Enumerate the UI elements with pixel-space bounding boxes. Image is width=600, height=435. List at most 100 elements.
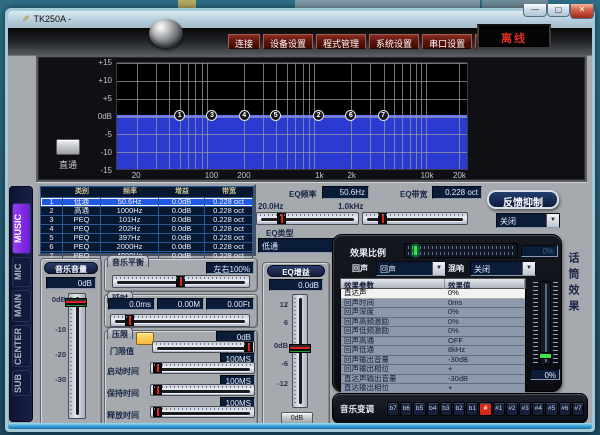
- menu-button-程式管理[interactable]: 程式管理: [316, 34, 366, 49]
- music-balance-slider-handle[interactable]: [176, 276, 185, 287]
- compressor-threshold-slider[interactable]: [152, 341, 255, 353]
- tab-mic[interactable]: MIC: [12, 257, 31, 287]
- reverb-dropdown[interactable]: 关闭▼: [470, 261, 536, 276]
- window-title: TK250A -: [34, 14, 72, 24]
- music-volume-slider-handle[interactable]: [65, 298, 87, 307]
- compressor-attack-handle[interactable]: [153, 363, 162, 373]
- pitch-button-#7[interactable]: #7: [572, 402, 584, 416]
- filter-row-3[interactable]: 3PEQ101Hz0.0dB0.228 oct: [41, 215, 253, 224]
- menu-button-连接[interactable]: 连接: [228, 34, 260, 49]
- pitch-button-#6[interactable]: #6: [559, 402, 571, 416]
- effect-row[interactable]: 回声低频激励0%: [341, 327, 525, 337]
- pitch-button-#1[interactable]: #1: [493, 402, 505, 416]
- filter-cell: 1: [41, 198, 63, 206]
- tab-center[interactable]: CENTER: [12, 325, 31, 367]
- effect-param-value: 8kHz: [445, 346, 525, 355]
- effect-ratio-handle[interactable]: [413, 245, 418, 256]
- eq-gain-slider-handle[interactable]: [289, 344, 311, 353]
- effect-param-name: 直达声输出音量: [341, 375, 445, 384]
- compressor-attack-slider[interactable]: [150, 362, 255, 374]
- grid-line-vertical: [303, 63, 304, 169]
- close-button[interactable]: ✕: [570, 4, 594, 19]
- eq-gain-display: 0.0dB: [269, 279, 323, 291]
- chevron-down-icon[interactable]: ▼: [546, 214, 559, 227]
- compressor-release-slider[interactable]: [150, 406, 255, 418]
- compressor-hold-slider[interactable]: [150, 384, 255, 396]
- pitch-button-b4[interactable]: b4: [427, 402, 439, 416]
- pitch-button-#5[interactable]: #5: [545, 402, 557, 416]
- eq-point-marker-4[interactable]: 4: [239, 110, 250, 121]
- eq-bw-slider[interactable]: [362, 212, 468, 225]
- minimize-button[interactable]: —: [523, 4, 547, 17]
- music-balance-display: 左右100%: [206, 262, 254, 274]
- filter-row-6[interactable]: 6PEQ2000Hz0.0dB0.228 oct: [41, 242, 253, 251]
- effect-row[interactable]: 回声时间0ms: [341, 299, 525, 309]
- menu-button-系统设置[interactable]: 系统设置: [369, 34, 419, 49]
- pitch-button-b3[interactable]: b3: [440, 402, 452, 416]
- effect-level-ticks: [553, 282, 558, 364]
- pitch-button-#4[interactable]: #4: [532, 402, 544, 416]
- filter-row-4[interactable]: 4PEQ202Hz0.0dB0.228 oct: [41, 224, 253, 233]
- filter-cell: 0.0dB: [159, 207, 205, 215]
- pitch-button-b2[interactable]: b2: [453, 402, 465, 416]
- feedback-suppression-button[interactable]: 反馈抑制: [487, 190, 559, 209]
- filter-table[interactable]: 类别频率增益带宽 1低通50.6Hz0.0dB0.228 oct2高通1000H…: [38, 184, 256, 256]
- delay-slider[interactable]: [110, 314, 250, 327]
- eq-point-marker-7[interactable]: 7: [378, 110, 389, 121]
- grid-line-vertical: [394, 63, 395, 169]
- echo-dropdown[interactable]: 回声▼: [376, 261, 446, 276]
- window-bottom-edge: [8, 423, 592, 429]
- effect-row[interactable]: 回声输出音量-30dB: [341, 356, 525, 366]
- compressor-hold-handle[interactable]: [153, 385, 162, 395]
- filter-row-5[interactable]: 5PEQ397Hz0.0dB0.228 oct: [41, 233, 253, 242]
- effect-param-name: 回声深度: [341, 308, 445, 317]
- effect-row[interactable]: 直达声输出音量-30dB: [341, 375, 525, 385]
- effect-param-name: 回声时间: [341, 299, 445, 308]
- music-balance-slider[interactable]: [112, 275, 250, 288]
- maximize-button[interactable]: ▢: [547, 4, 570, 17]
- bypass-button[interactable]: [56, 139, 80, 155]
- music-volume-slider[interactable]: [68, 293, 86, 419]
- tab-main[interactable]: MAIN: [12, 290, 31, 322]
- pitch-button-b1[interactable]: b1: [466, 402, 478, 416]
- filter-row-2[interactable]: 2高通1000Hz0.0dB0.228 oct: [41, 206, 253, 215]
- menu-button-串口设置[interactable]: 串口设置: [422, 34, 472, 49]
- pitch-button-b7[interactable]: b7: [387, 402, 399, 416]
- effect-row[interactable]: 回声低通8kHz: [341, 346, 525, 356]
- pitch-button-#[interactable]: #: [479, 402, 491, 416]
- eq-gain-slider[interactable]: [292, 294, 308, 408]
- feedback-mode-dropdown[interactable]: 关闭▼: [496, 213, 560, 228]
- grid-line-horizontal: [117, 117, 467, 118]
- filter-cell: 202Hz: [101, 225, 159, 233]
- effect-level-slider[interactable]: [540, 281, 551, 365]
- chevron-down-icon[interactable]: ▼: [432, 262, 445, 275]
- x-axis-tick-label: 10k: [413, 171, 441, 180]
- menu-button-设备设置[interactable]: 设备设置: [263, 34, 313, 49]
- pitch-button-#2[interactable]: #2: [506, 402, 518, 416]
- pitch-button-b5[interactable]: b5: [413, 402, 425, 416]
- eq-freq-slider-handle[interactable]: [277, 213, 286, 224]
- effect-row[interactable]: 回声输出相位+: [341, 365, 525, 375]
- eq-freq-slider[interactable]: [256, 212, 359, 225]
- effect-level-handle[interactable]: [539, 352, 552, 359]
- effect-row[interactable]: 回声高频激励0%: [341, 318, 525, 328]
- effect-row[interactable]: 直达声0%: [341, 289, 525, 299]
- compressor-release-handle[interactable]: [153, 407, 162, 417]
- chevron-down-icon[interactable]: ▼: [522, 262, 535, 275]
- effect-row[interactable]: 回声高通OFF: [341, 337, 525, 347]
- effect-ratio-slider[interactable]: [404, 243, 518, 258]
- pitch-button-b6[interactable]: b6: [400, 402, 412, 416]
- tab-music[interactable]: MUSIC: [12, 203, 31, 254]
- eq-gain-title: EQ增益: [267, 265, 325, 277]
- eq-freq-label: EQ频率: [289, 189, 317, 200]
- compressor-threshold-handle[interactable]: [244, 342, 253, 352]
- filter-row-1[interactable]: 1低通50.6Hz0.0dB0.228 oct: [41, 197, 253, 206]
- pitch-button-#3[interactable]: #3: [519, 402, 531, 416]
- channel-tab-strip: MUSIC MIC MAIN CENTER SUB: [9, 186, 33, 422]
- tab-sub[interactable]: SUB: [12, 370, 31, 396]
- eq-frequency-response-plot[interactable]: 1345267: [116, 62, 468, 170]
- delay-slider-handle[interactable]: [125, 315, 134, 326]
- grid-line-vertical: [421, 63, 422, 169]
- eq-bw-slider-handle[interactable]: [378, 213, 387, 224]
- effect-row[interactable]: 回声深度0%: [341, 308, 525, 318]
